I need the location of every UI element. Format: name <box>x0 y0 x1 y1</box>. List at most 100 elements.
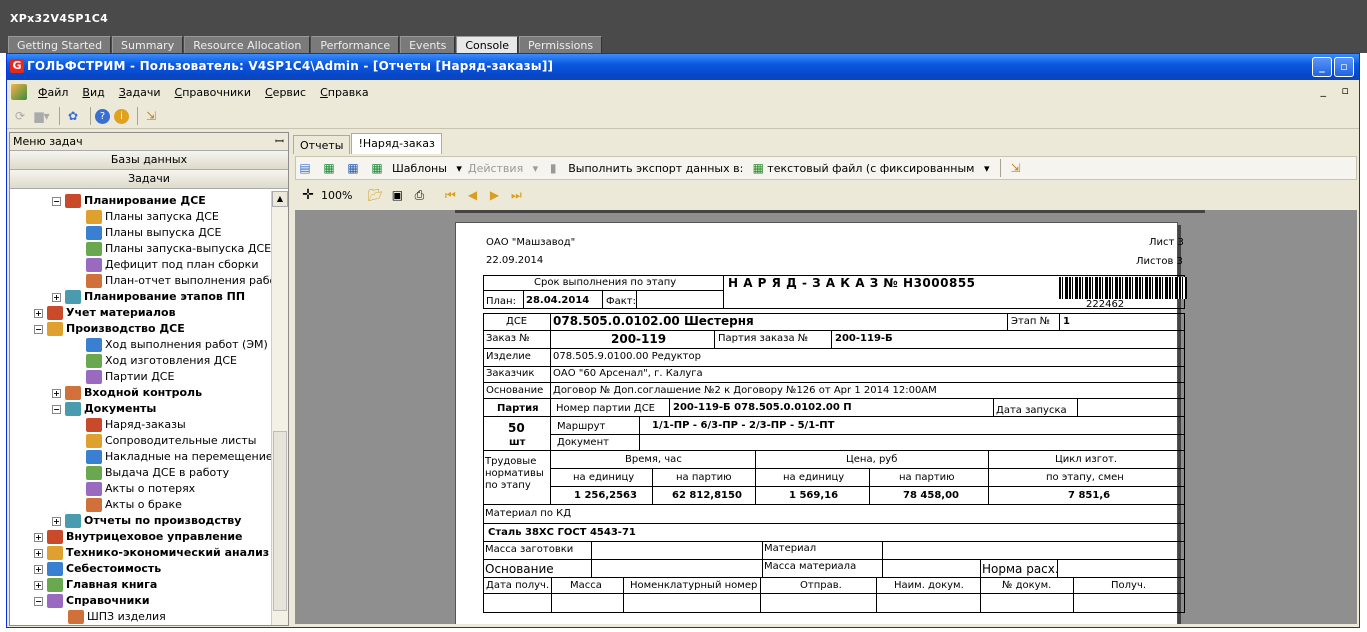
menu-service[interactable]: Сервис <box>258 86 313 99</box>
tab-reports[interactable]: Отчеты <box>293 135 351 154</box>
tree-item[interactable]: Ход изготовления ДСЕ <box>86 353 237 369</box>
expand-icon[interactable]: + <box>34 564 43 574</box>
export-format-dropdown[interactable]: ▦ текстовый файл (с фиксированным ▾ <box>749 159 990 177</box>
exit-icon[interactable]: ⇲ <box>142 107 160 125</box>
tree-item[interactable]: Наряд-заказы <box>86 417 186 433</box>
open-folder-icon[interactable]: 📂︎ <box>366 186 384 204</box>
app-menu-icon[interactable] <box>11 84 27 100</box>
tree-item[interactable]: + Входной контроль <box>52 385 202 401</box>
expand-icon[interactable]: + <box>34 580 43 590</box>
tree-item[interactable]: + Учет материалов <box>34 305 176 321</box>
tree-item[interactable]: Сопроводительные листы <box>86 433 256 449</box>
menu-view[interactable]: Вид <box>75 86 111 99</box>
tree-item[interactable]: Накладные на перемещение ДС <box>86 449 272 465</box>
tree-node-icon <box>86 434 102 448</box>
customer-value: ОАО "60 Арсенал", г. Калуга <box>553 368 703 379</box>
tab-getting-started[interactable]: Getting Started <box>8 36 112 53</box>
pin-icon[interactable]: ꟷ <box>275 133 284 150</box>
tree-item[interactable]: + Отчеты по производству <box>52 513 241 529</box>
tree-item[interactable]: Планы запуска ДСЕ <box>86 209 219 225</box>
scroll-up-icon[interactable]: ▲ <box>272 191 288 207</box>
tab-console[interactable]: Console <box>456 36 519 53</box>
toolbar-separator <box>59 107 60 125</box>
zoom-value[interactable]: 100% <box>321 189 352 202</box>
expand-icon[interactable]: + <box>34 308 43 318</box>
tree-item[interactable]: + Технико-экономический анализ <box>34 545 269 561</box>
info-icon[interactable]: i <box>114 108 129 124</box>
expand-icon[interactable]: + <box>34 532 43 542</box>
tree-item[interactable]: − Планирование ДСЕ <box>52 193 206 209</box>
menu-references[interactable]: Справочники <box>168 86 258 99</box>
next-page-icon[interactable]: ▶ <box>485 186 503 204</box>
print-icon[interactable]: ⎙ <box>410 186 428 204</box>
tree-item[interactable]: + Главная книга <box>34 577 157 593</box>
collapse-icon[interactable]: − <box>34 596 43 606</box>
expand-icon[interactable]: + <box>52 388 61 398</box>
expand-icon[interactable]: + <box>52 292 61 302</box>
collapse-icon[interactable]: − <box>52 196 61 206</box>
app-titlebar: G ГОЛЬФСТРИМ - Пользователь: V4SP1C4\Adm… <box>7 54 1359 80</box>
excel-report-icon[interactable]: ▦ <box>368 159 386 177</box>
prev-page-icon[interactable]: ◀ <box>463 186 481 204</box>
scroll-thumb[interactable] <box>273 431 287 611</box>
report-viewer[interactable]: ОАО "Машзавод" 22.09.2014 Лист 3 Листов … <box>295 210 1357 624</box>
tree-item[interactable]: ШПЗ изделия <box>68 609 166 625</box>
databases-button[interactable]: Базы данных <box>10 151 288 170</box>
tree-item[interactable]: Дефицит под план сборки <box>86 257 258 273</box>
tree-item[interactable]: Ход выполнения работ (ЭМ) <box>86 337 268 353</box>
settings-icon[interactable]: ✿ <box>64 107 82 125</box>
tab-resource-allocation[interactable]: Resource Allocation <box>184 36 311 53</box>
menu-help[interactable]: Справка <box>313 86 375 99</box>
templates-dropdown[interactable]: Шаблоны ▾ <box>392 162 462 175</box>
tab-permissions[interactable]: Permissions <box>519 36 603 53</box>
restore-button[interactable]: ▫ <box>1334 57 1354 77</box>
help-icon[interactable]: ? <box>95 108 110 124</box>
tree-item[interactable]: − Производство ДСЕ <box>34 321 185 337</box>
refresh-icon[interactable]: ⟳ <box>11 107 29 125</box>
tree-item[interactable]: Партии ДСЕ <box>86 369 174 385</box>
first-page-icon[interactable]: ⏮ <box>441 186 459 204</box>
expand-icon[interactable]: + <box>52 516 61 526</box>
tree-item[interactable]: Выдача ДСЕ в работу <box>86 465 229 481</box>
tree-node-icon <box>65 290 81 304</box>
zoom-icon[interactable]: ✛ <box>299 186 317 204</box>
batch-number-value: 200-119-Б 078.505.0.0102.00 П <box>673 402 852 413</box>
dse-label: ДСЕ <box>506 316 528 327</box>
menu-tasks[interactable]: Задачи <box>112 86 168 99</box>
tab-performance[interactable]: Performance <box>311 36 400 53</box>
tree-item[interactable]: + Планирование этапов ПП <box>52 289 245 305</box>
tree-item[interactable]: Планы выпуска ДСЕ <box>86 225 221 241</box>
tree-item[interactable]: − Документы <box>52 401 156 417</box>
tree-item[interactable]: Акты о потерях <box>86 481 195 497</box>
tasks-button[interactable]: Задачи <box>10 170 288 189</box>
divider <box>483 541 1185 542</box>
tree-item[interactable]: Планы запуска-выпуска ДСЕ <box>86 241 271 257</box>
batch-count: 50 <box>508 421 525 435</box>
tree-item[interactable]: Акты о браке <box>86 497 182 513</box>
menu-file[interactable]: Файл <box>31 86 75 99</box>
order-title: Н А Р Я Д - З А К А З № Н3000855 <box>728 276 976 290</box>
tree-item[interactable]: План-отчет выполнения работ <box>86 273 272 289</box>
tree-scrollbar[interactable]: ▲ <box>271 191 288 625</box>
tree-item[interactable]: + Внутрицеховое управление <box>34 529 243 545</box>
tab-summary[interactable]: Summary <box>112 36 184 53</box>
excel-export-icon[interactable]: ▦ <box>320 159 338 177</box>
tree-item[interactable]: − Справочники <box>34 593 150 609</box>
collapse-icon[interactable]: − <box>34 324 43 334</box>
report-icon[interactable]: ▤ <box>296 159 314 177</box>
actions-dropdown[interactable]: Действия ▾ <box>468 162 538 175</box>
word-export-icon[interactable]: ▦ <box>344 159 362 177</box>
minimize-button[interactable]: _ <box>1312 57 1332 77</box>
last-page-icon[interactable]: ⏭ <box>507 186 525 204</box>
basis-label: Основание <box>486 385 544 396</box>
mdi-controls[interactable]: _ ▫ <box>1321 84 1355 97</box>
print-icon[interactable]: ▆▾ <box>33 107 51 125</box>
save-icon[interactable]: ▣ <box>388 186 406 204</box>
expand-icon[interactable]: + <box>34 548 43 558</box>
tab-events[interactable]: Events <box>400 36 456 53</box>
tree-item[interactable]: + Себестоимость <box>34 561 161 577</box>
collapse-icon[interactable]: − <box>52 404 61 414</box>
tab-work-order[interactable]: !Наряд-заказ <box>351 133 442 154</box>
divider <box>550 468 1185 469</box>
close-report-icon[interactable]: ⇲ <box>1007 159 1025 177</box>
